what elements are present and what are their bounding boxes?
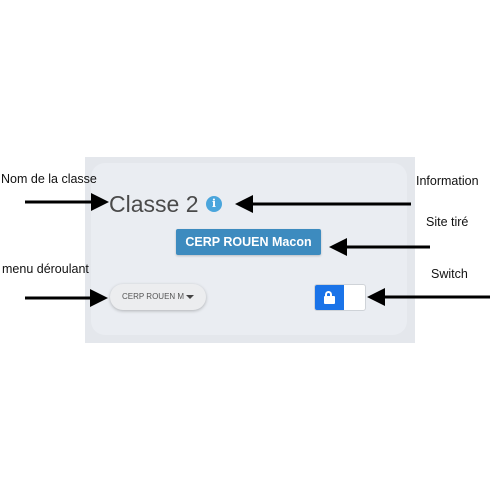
annotation-arrows	[25, 193, 490, 307]
